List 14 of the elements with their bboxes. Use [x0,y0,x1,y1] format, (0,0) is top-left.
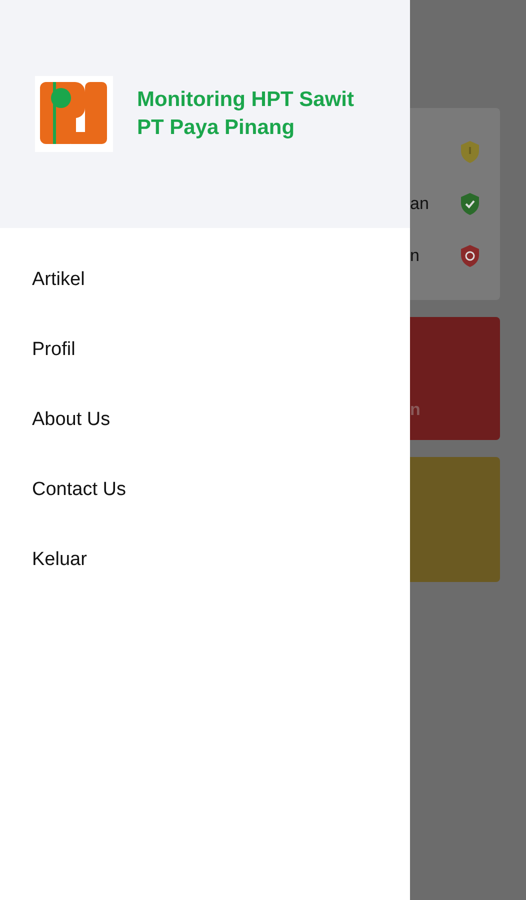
menu-item[interactable]: Profil [0,322,410,392]
shield-icon [460,140,480,164]
menu-item[interactable]: Contact Us [0,462,410,532]
card-label: n [410,400,420,420]
status-label: n [410,246,420,266]
app-title: PT Paya Pinang [137,116,296,140]
app-title: Monitoring HPT Sawit [137,88,354,112]
menu-item[interactable]: Keluar [0,532,410,602]
logo-icon [35,76,113,152]
menu-item[interactable]: Artikel [0,252,410,322]
shield-icon [460,192,480,216]
shield-icon [460,244,480,268]
status-label: an [410,194,429,214]
menu-item[interactable]: About Us [0,392,410,462]
